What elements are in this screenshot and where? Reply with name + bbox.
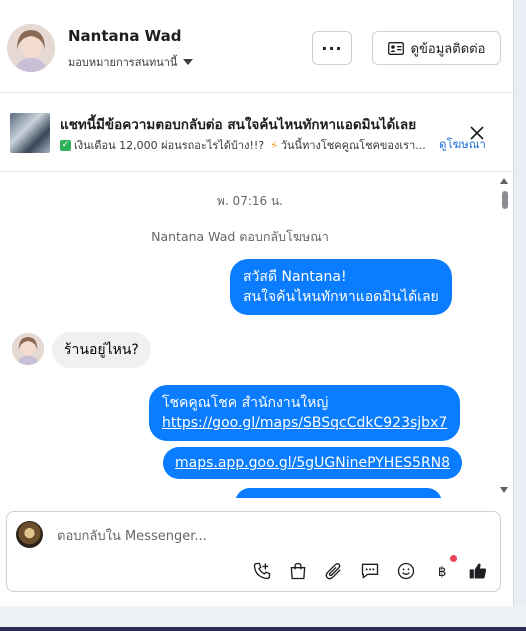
contact-avatar[interactable] [7,24,55,72]
page-avatar [16,521,43,548]
conversation-panel: Nantana Wad มอบหมายการสนทนานี้ ··· ดูข้อ… [0,0,514,606]
call-plus-icon[interactable] [250,559,274,583]
message-text: โชคคูณโชค สำนักงานใหญ่ [162,395,329,411]
incoming-message[interactable]: ร้านอยู่ไหน? [52,332,151,368]
map-link[interactable]: maps.app.goo.gl/5gUGNinePYHES5RN8 [175,455,450,471]
ad-subtitle-part1: เงินเดือน 12,000 ผ่อนรถอะไรได้บ้าง!!? [74,139,265,152]
attachment-icon[interactable] [322,559,346,583]
ellipsis-icon: ··· [321,38,343,58]
contact-name[interactable]: Nantana Wad [68,27,182,45]
reply-input[interactable] [55,524,479,548]
outgoing-message-partial[interactable] [235,488,442,498]
close-icon[interactable] [470,126,484,140]
conversation-header: Nantana Wad มอบหมายการสนทนานี้ ··· ดูข้อ… [0,0,513,93]
lightning-icon: ⚡ [270,138,278,152]
contact-card-icon [387,41,404,55]
scroll-down-arrow-icon[interactable] [500,487,508,493]
ad-reply-note: Nantana Wad ตอบกลับโฆษณา [151,229,329,244]
message-thread[interactable]: พ. 07:16 น. Nantana Wad ตอบกลับโฆษณา สวั… [0,172,513,498]
ad-thumbnail[interactable] [10,113,50,153]
ad-reference-banner: แชทนี้มีข้อความตอบกลับต่อ สนใจค้นไหนทักห… [0,93,513,172]
ad-subtitle-part2: วันนี้ทางโชคคูณโชคของเรา... [280,139,426,152]
emoji-icon[interactable] [394,559,418,583]
ad-subtitle: ✓ เงินเดือน 12,000 ผ่อนรถอะไรได้บ้าง!!? … [60,136,426,154]
outgoing-message[interactable]: สวัสดี Nantana! สนใจค้นไหนทักหาแอดมินได้… [230,259,452,315]
assign-label: มอบหมายการสนทนานี้ [68,56,178,69]
map-link[interactable]: https://goo.gl/maps/SBSqcCdkC923sjbx7 [162,415,447,431]
check-box-icon: ✓ [60,139,71,151]
window-bottom-edge [0,627,526,631]
view-contact-info-button[interactable]: ดูข้อมูลติดต่อ [372,31,501,65]
caret-down-icon [183,59,194,65]
baht-payment-icon[interactable]: ฿ [430,559,454,583]
svg-text:฿: ฿ [438,565,446,580]
message-text: สวัสดี Nantana! [243,269,347,285]
more-options-button[interactable]: ··· [312,31,352,65]
shopping-bag-icon[interactable] [286,559,310,583]
saved-replies-icon[interactable] [358,559,382,583]
outgoing-message[interactable]: โชคคูณโชค สำนักงานใหญ่ https://goo.gl/ma… [149,385,461,441]
message-text: ร้านอยู่ไหน? [64,342,139,358]
contact-avatar-small [12,333,44,365]
assign-conversation-dropdown[interactable]: มอบหมายการสนทนานี้ [68,53,194,71]
message-composer: ฿ [6,511,501,592]
message-timestamp: พ. 07:16 น. [217,194,283,208]
message-text: สนใจค้นไหนทักหาแอดมินได้เลย [243,289,439,305]
ad-title: แชทนี้มีข้อความตอบกลับต่อ สนใจค้นไหนทักห… [60,117,417,133]
notification-dot [450,555,457,562]
scrollbar-thumb[interactable] [502,191,508,209]
outgoing-message[interactable]: maps.app.goo.gl/5gUGNinePYHES5RN8 [163,447,463,479]
scroll-up-arrow-icon[interactable] [500,178,508,184]
view-contact-label: ดูข้อมูลติดต่อ [410,41,486,57]
like-icon[interactable] [466,559,490,583]
